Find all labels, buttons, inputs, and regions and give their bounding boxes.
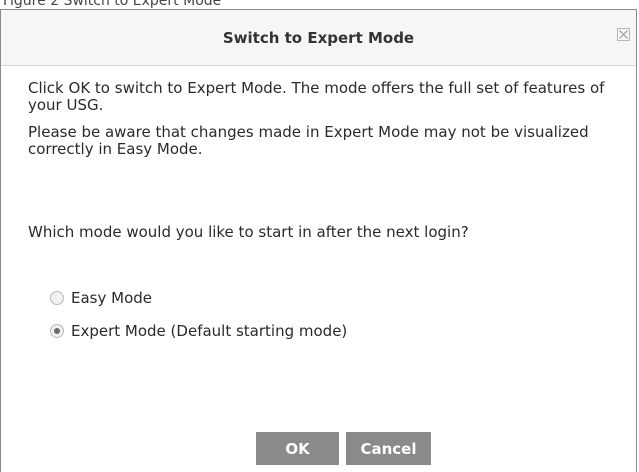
start-mode-question: Which mode would you like to start in af… bbox=[28, 223, 469, 241]
radio-option-easy-mode[interactable]: Easy Mode bbox=[50, 289, 152, 307]
radio-label-easy-mode: Easy Mode bbox=[71, 289, 152, 307]
radio-checked-icon[interactable] bbox=[50, 324, 64, 338]
radio-option-expert-mode[interactable]: Expert Mode (Default starting mode) bbox=[50, 322, 347, 340]
dialog-titlebar: Switch to Expert Mode bbox=[1, 10, 636, 66]
close-icon[interactable] bbox=[617, 28, 630, 41]
radio-unchecked-icon[interactable] bbox=[50, 291, 64, 305]
dialog-message: Click OK to switch to Expert Mode. The m… bbox=[28, 80, 618, 168]
dialog-title: Switch to Expert Mode bbox=[222, 29, 415, 47]
ok-button[interactable]: OK bbox=[256, 432, 339, 465]
cancel-button[interactable]: Cancel bbox=[346, 432, 431, 465]
info-paragraph-expert-mode: Click OK to switch to Expert Mode. The m… bbox=[28, 79, 605, 114]
radio-label-expert-mode: Expert Mode (Default starting mode) bbox=[71, 322, 348, 340]
figure-caption: Figure 2 Switch to Expert Mode bbox=[3, 0, 222, 9]
warning-paragraph-easy-mode: Please be aware that changes made in Exp… bbox=[28, 123, 589, 158]
